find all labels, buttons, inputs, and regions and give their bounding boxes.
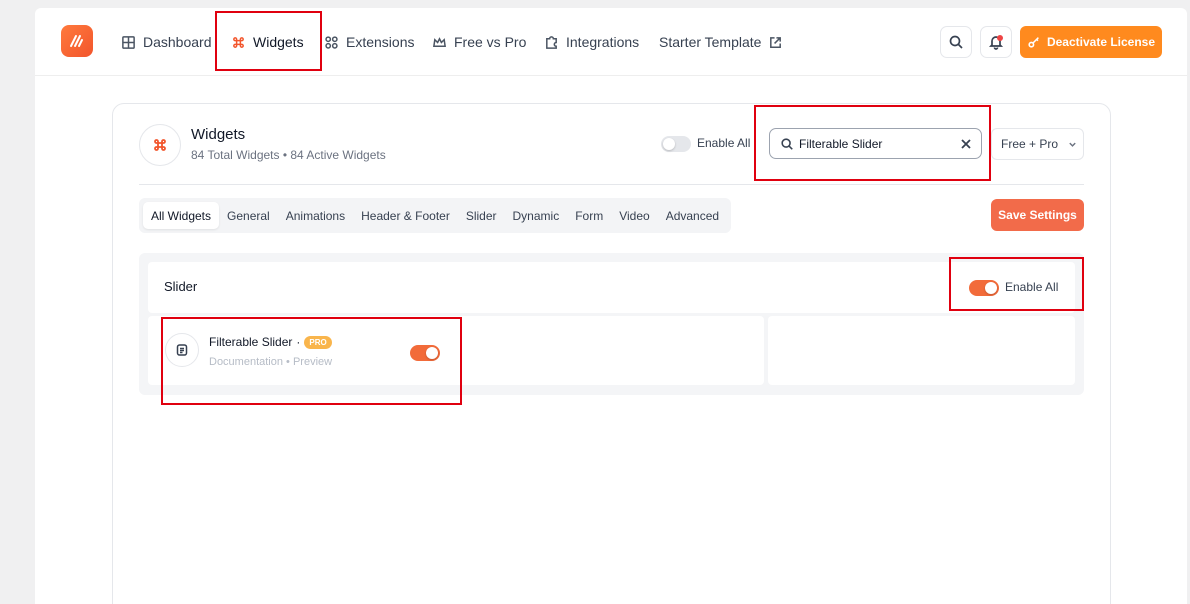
empty-widget-slot [768,316,1075,385]
tab-advanced[interactable]: Advanced [658,202,727,229]
nav-item-starter-template[interactable]: Starter Template [659,31,783,53]
nav-label: Widgets [253,34,304,50]
save-settings-button[interactable]: Save Settings [991,199,1084,231]
widgets-header-icon [139,124,181,166]
tab-video[interactable]: Video [611,202,657,229]
widget-toggle-filterable-slider[interactable] [410,345,440,361]
search-icon [781,138,793,150]
tab-slider[interactable]: Slider [458,202,505,229]
section-enable-all-toggle[interactable] [969,280,999,296]
widget-card-filterable-slider: Filterable Slider · PRO Documentation • … [148,316,764,385]
crown-icon [433,36,446,47]
external-link-icon [770,36,782,48]
close-icon [961,139,971,149]
chevron-down-icon [1069,142,1076,147]
brand-logo[interactable] [61,25,93,57]
deactivate-license-button[interactable]: Deactivate License [1020,26,1162,58]
clear-search-button[interactable] [959,137,973,151]
tab-dynamic[interactable]: Dynamic [505,202,568,229]
category-tabs: All Widgets General Animations Header & … [139,198,732,233]
puzzle-icon [546,35,557,49]
nav-label: Dashboard [143,34,212,50]
search-button[interactable] [940,26,972,58]
toggle-knob [985,282,997,294]
nav-label: Free vs Pro [454,34,527,50]
notification-dot [997,35,1003,41]
widgets-card: Widgets 84 Total Widgets • 84 Active Wid… [112,103,1111,604]
tab-header-footer[interactable]: Header & Footer [353,202,458,229]
nav-label: Extensions [346,34,415,50]
widget-title-row: Filterable Slider · PRO [209,335,332,349]
section-enable-all-label: Enable All [1005,280,1059,294]
section-title: Slider [164,279,198,294]
pro-badge: PRO [304,335,332,349]
logo-icon [70,35,83,47]
search-icon [949,35,963,49]
search-box [769,128,982,159]
command-icon [154,139,166,151]
nav-item-integrations[interactable]: Integrations [544,31,639,53]
widget-name: Filterable Slider [209,335,293,349]
tab-animations[interactable]: Animations [278,202,353,229]
license-label: Deactivate License [1046,35,1156,49]
top-navigation: Dashboard Widgets Extensions Free vs Pro… [35,8,1187,76]
app-window: Dashboard Widgets Extensions Free vs Pro… [35,8,1187,604]
extensions-icon [325,35,338,49]
search-input[interactable] [799,135,949,153]
plan-filter-select[interactable]: Free + Pro [991,128,1084,160]
notifications-button[interactable] [980,26,1012,58]
tab-form[interactable]: Form [567,202,611,229]
tab-all-widgets[interactable]: All Widgets [143,202,220,229]
widget-name-separator: · [296,335,301,349]
plan-filter-value: Free + Pro [1001,137,1059,151]
nav-item-dashboard[interactable]: Dashboard [121,31,212,53]
nav-label: Starter Template [659,34,762,50]
enable-all-toggle[interactable] [661,136,691,152]
key-icon [1028,37,1039,48]
header-divider [139,184,1084,185]
toggle-knob [663,138,675,150]
enable-all-label: Enable All [697,136,751,150]
nav-item-free-vs-pro[interactable]: Free vs Pro [432,31,526,53]
nav-label: Integrations [566,34,640,50]
slider-section: Slider Enable All Filterable Slider · PR… [139,253,1084,395]
grid-icon [122,35,135,49]
widget-links[interactable]: Documentation • Preview [209,356,332,368]
widget-count-summary: 84 Total Widgets • 84 Active Widgets [191,148,386,162]
nav-item-widgets[interactable]: Widgets [231,31,304,53]
widget-icon [165,333,199,367]
document-icon [176,344,188,356]
section-header: Slider Enable All [148,262,1075,313]
tab-general[interactable]: General [219,202,278,229]
page-title: Widgets [191,126,246,143]
nav-item-extensions[interactable]: Extensions [324,31,414,53]
toggle-knob [426,347,438,359]
command-icon [233,36,244,48]
